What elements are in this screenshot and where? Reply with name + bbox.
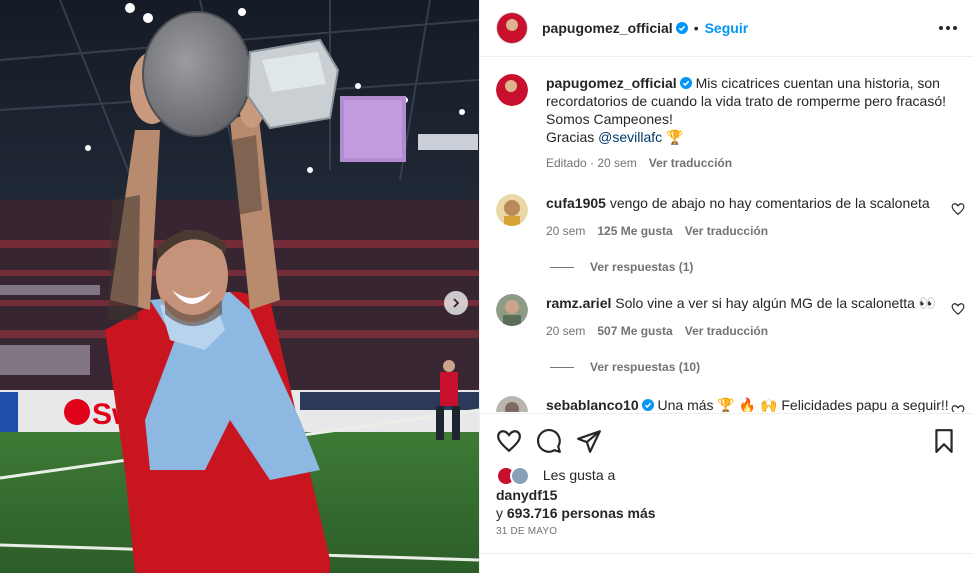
author-username[interactable]: papugomez_official — [542, 20, 673, 36]
bookmark-icon[interactable] — [931, 428, 957, 454]
photo-scene: Swis — [0, 0, 479, 573]
caption-author[interactable]: papugomez_official — [546, 75, 677, 91]
comment-avatar[interactable] — [496, 194, 528, 226]
likes-and: y — [496, 505, 503, 522]
caption-avatar[interactable] — [496, 74, 528, 106]
view-replies-button[interactable]: Ver respuestas (1) — [550, 260, 973, 274]
comment-item: sebablanco10 Una más 🏆 🔥 🙌 Felicidades p… — [480, 396, 973, 412]
chevron-right-icon — [453, 298, 460, 308]
comment-translate-link[interactable]: Ver traducción — [685, 222, 768, 240]
comment-likes-count[interactable]: 125 Me gusta — [597, 222, 672, 240]
post-header: papugomez_official • Seguir — [480, 0, 973, 57]
more-options-icon[interactable] — [939, 26, 957, 30]
comment-heart-icon[interactable] — [951, 202, 965, 216]
comment-time: 20 sem — [546, 324, 586, 338]
replies-label: Ver respuestas (10) — [590, 360, 701, 374]
comment-item: cufa1905 vengo de abajo no hay comentari… — [480, 194, 973, 240]
divider — [480, 553, 973, 554]
caption: papugomez_official Mis cicatrices cuenta… — [480, 74, 973, 172]
edited-label: Editado — [546, 156, 587, 170]
comment-heart-icon[interactable] — [951, 302, 965, 316]
verified-badge-icon — [641, 399, 654, 411]
comment-username[interactable]: ramz.ariel — [546, 295, 611, 311]
post-sidebar: papugomez_official • Seguir papugomez_of… — [479, 0, 973, 573]
share-icon[interactable] — [576, 428, 602, 454]
caption-thanks: Gracias — [546, 129, 595, 145]
likes-summary: Les gusta a danydf15 y 693.716 personas … — [496, 466, 957, 522]
caption-translate-link[interactable]: Ver traducción — [649, 154, 732, 172]
view-replies-button[interactable]: Ver respuestas (10) — [550, 360, 973, 374]
comment-avatar[interactable] — [496, 294, 528, 326]
comment-likes-count[interactable]: 507 Me gusta — [597, 322, 672, 340]
replies-line — [550, 366, 574, 368]
likes-prefix: Les gusta a — [542, 467, 616, 483]
trophy-emoji: 🏆 — [666, 129, 684, 145]
caption-line-1: Mis cicatrices cuentan una historia, son — [695, 75, 940, 91]
replies-label: Ver respuestas (1) — [590, 260, 694, 274]
replies-line — [550, 266, 574, 268]
post-action-bar — [480, 413, 973, 467]
post-photo[interactable]: Swis — [0, 0, 479, 573]
comment-time: 20 sem — [546, 224, 586, 238]
verified-badge-icon — [675, 22, 688, 34]
post-date[interactable]: 31 DE MAYO — [496, 526, 557, 537]
comment-username[interactable]: sebablanco10 — [546, 397, 639, 412]
liker-avatars — [496, 466, 536, 487]
comment-text: Una más 🏆 🔥 🙌 Felicidades papu a seguir!… — [657, 397, 949, 412]
heart-icon[interactable] — [496, 428, 522, 454]
liker-username[interactable]: danydf15 — [496, 487, 557, 503]
separator-dot: • — [693, 20, 699, 36]
comments-list[interactable]: papugomez_official Mis cicatrices cuenta… — [480, 58, 973, 412]
comment-username[interactable]: cufa1905 — [546, 195, 606, 211]
caption-line-2: recordatorios de cuando la vida trato de… — [546, 93, 946, 109]
comment-icon[interactable] — [536, 428, 562, 454]
comment-text: vengo de abajo no hay comentarios de la … — [609, 195, 930, 211]
likes-count[interactable]: 693.716 personas más — [507, 505, 656, 521]
next-image-button[interactable] — [444, 291, 468, 315]
follow-button[interactable]: Seguir — [705, 20, 749, 36]
comment-item: ramz.ariel Solo vine a ver si hay algún … — [480, 294, 973, 340]
caption-time: 20 sem — [597, 156, 637, 170]
author-avatar[interactable] — [496, 12, 528, 44]
comment-avatar[interactable] — [496, 396, 528, 412]
comment-translate-link[interactable]: Ver traducción — [685, 322, 768, 340]
verified-badge-icon — [679, 77, 692, 89]
caption-mention-link[interactable]: @sevillafc — [598, 129, 662, 145]
comment-heart-icon[interactable] — [951, 404, 965, 412]
caption-line-3: Somos Campeones! — [546, 111, 673, 127]
comment-text: Solo vine a ver si hay algún MG de la sc… — [615, 295, 937, 311]
